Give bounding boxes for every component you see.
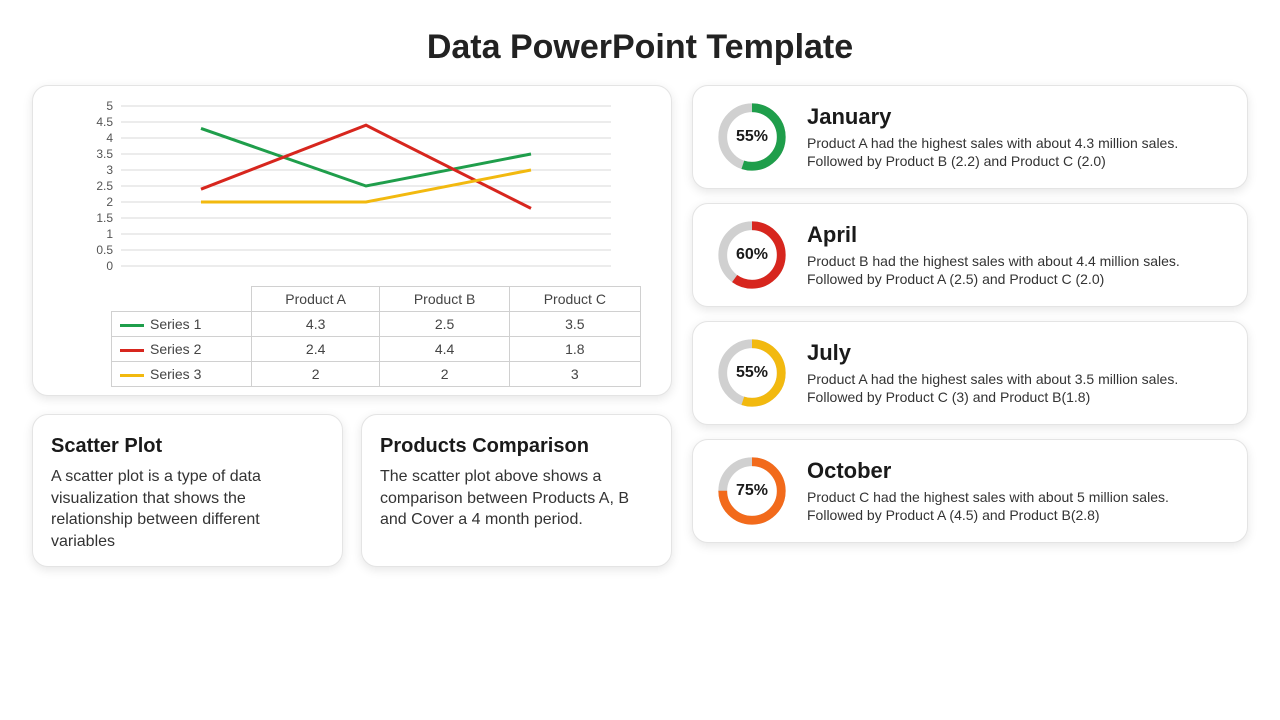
legend-label: Series 1	[150, 316, 201, 332]
card-body: A scatter plot is a type of data visuali…	[51, 466, 324, 552]
cell: 4.4	[380, 337, 510, 362]
donut-january: 55%	[713, 98, 791, 176]
ytick-3: 3	[106, 163, 113, 177]
month-text: April Product B had the highest sales wi…	[807, 222, 1227, 288]
month-card-january: 55% January Product A had the highest sa…	[692, 85, 1248, 189]
table-row: Series 2 2.4 4.4 1.8	[112, 337, 641, 362]
month-card-october: 75% October Product C had the highest sa…	[692, 439, 1248, 543]
table-row: Series 3 2 2 3	[112, 362, 641, 387]
donut-october: 75%	[713, 452, 791, 530]
cell: 2.4	[252, 337, 380, 362]
slide: Data PowerPoint Template 0 0.5 1 1.5 2 2…	[0, 0, 1280, 720]
card-body: The scatter plot above shows a compariso…	[380, 466, 653, 531]
legend-swatch-series1	[120, 324, 144, 327]
comparison-info-card: Products Comparison The scatter plot abo…	[361, 414, 672, 567]
chart-data-table: Product A Product B Product C Series 1 4…	[111, 286, 641, 387]
col-header-c: Product C	[509, 287, 640, 312]
chart-card: 0 0.5 1 1.5 2 2.5 3 3.5 4 4.5 5	[32, 85, 672, 396]
col-header-a: Product A	[252, 287, 380, 312]
legend-swatch-series3	[120, 374, 144, 377]
cell: 4.3	[252, 312, 380, 337]
page-title: Data PowerPoint Template	[32, 28, 1248, 67]
cell: 3	[509, 362, 640, 387]
scatter-info-card: Scatter Plot A scatter plot is a type of…	[32, 414, 343, 567]
month-text: January Product A had the highest sales …	[807, 104, 1227, 170]
month-card-april: 60% April Product B had the highest sale…	[692, 203, 1248, 307]
donut-april: 60%	[713, 216, 791, 294]
cell: 2	[252, 362, 380, 387]
info-row: Scatter Plot A scatter plot is a type of…	[32, 414, 672, 567]
y-axis-ticks: 0 0.5 1 1.5 2 2.5 3 3.5 4 4.5 5	[96, 99, 113, 273]
col-header-b: Product B	[380, 287, 510, 312]
donut-percent-label: 60%	[713, 216, 791, 294]
month-desc: Product C had the highest sales with abo…	[807, 488, 1227, 524]
table-row: Product A Product B Product C	[112, 287, 641, 312]
card-title: Scatter Plot	[51, 435, 324, 458]
month-title: April	[807, 222, 1227, 248]
month-title: October	[807, 458, 1227, 484]
legend-label: Series 2	[150, 341, 201, 357]
month-title: January	[807, 104, 1227, 130]
ytick-5: 5	[106, 99, 113, 113]
series-line	[201, 128, 531, 186]
card-title: Products Comparison	[380, 435, 653, 458]
donut-percent-label: 55%	[713, 334, 791, 412]
legend-swatch-series2	[120, 349, 144, 352]
cell: 2.5	[380, 312, 510, 337]
ytick-2-5: 2.5	[96, 179, 113, 193]
ytick-4: 4	[106, 131, 113, 145]
cell: 2	[380, 362, 510, 387]
legend-label: Series 3	[150, 366, 201, 382]
ytick-4-5: 4.5	[96, 115, 113, 129]
donut-percent-label: 75%	[713, 452, 791, 530]
month-text: July Product A had the highest sales wit…	[807, 340, 1227, 406]
cell: 1.8	[509, 337, 640, 362]
donut-percent-label: 55%	[713, 98, 791, 176]
month-title: July	[807, 340, 1227, 366]
ytick-3-5: 3.5	[96, 147, 113, 161]
ytick-0: 0	[106, 259, 113, 273]
month-desc: Product A had the highest sales with abo…	[807, 134, 1227, 170]
ytick-1: 1	[106, 227, 113, 241]
line-chart: 0 0.5 1 1.5 2 2.5 3 3.5 4 4.5 5	[51, 96, 653, 286]
donut-july: 55%	[713, 334, 791, 412]
content-row: 0 0.5 1 1.5 2 2.5 3 3.5 4 4.5 5	[32, 85, 1248, 567]
month-desc: Product B had the highest sales with abo…	[807, 252, 1227, 288]
month-desc: Product A had the highest sales with abo…	[807, 370, 1227, 406]
cell: 3.5	[509, 312, 640, 337]
ytick-1-5: 1.5	[96, 211, 113, 225]
line-chart-svg: 0 0.5 1 1.5 2 2.5 3 3.5 4 4.5 5	[51, 96, 651, 286]
left-column: 0 0.5 1 1.5 2 2.5 3 3.5 4 4.5 5	[32, 85, 672, 567]
ytick-2: 2	[106, 195, 113, 209]
month-text: October Product C had the highest sales …	[807, 458, 1227, 524]
month-card-july: 55% July Product A had the highest sales…	[692, 321, 1248, 425]
table-row: Series 1 4.3 2.5 3.5	[112, 312, 641, 337]
right-column: 55% January Product A had the highest sa…	[692, 85, 1248, 567]
ytick-0-5: 0.5	[96, 243, 113, 257]
